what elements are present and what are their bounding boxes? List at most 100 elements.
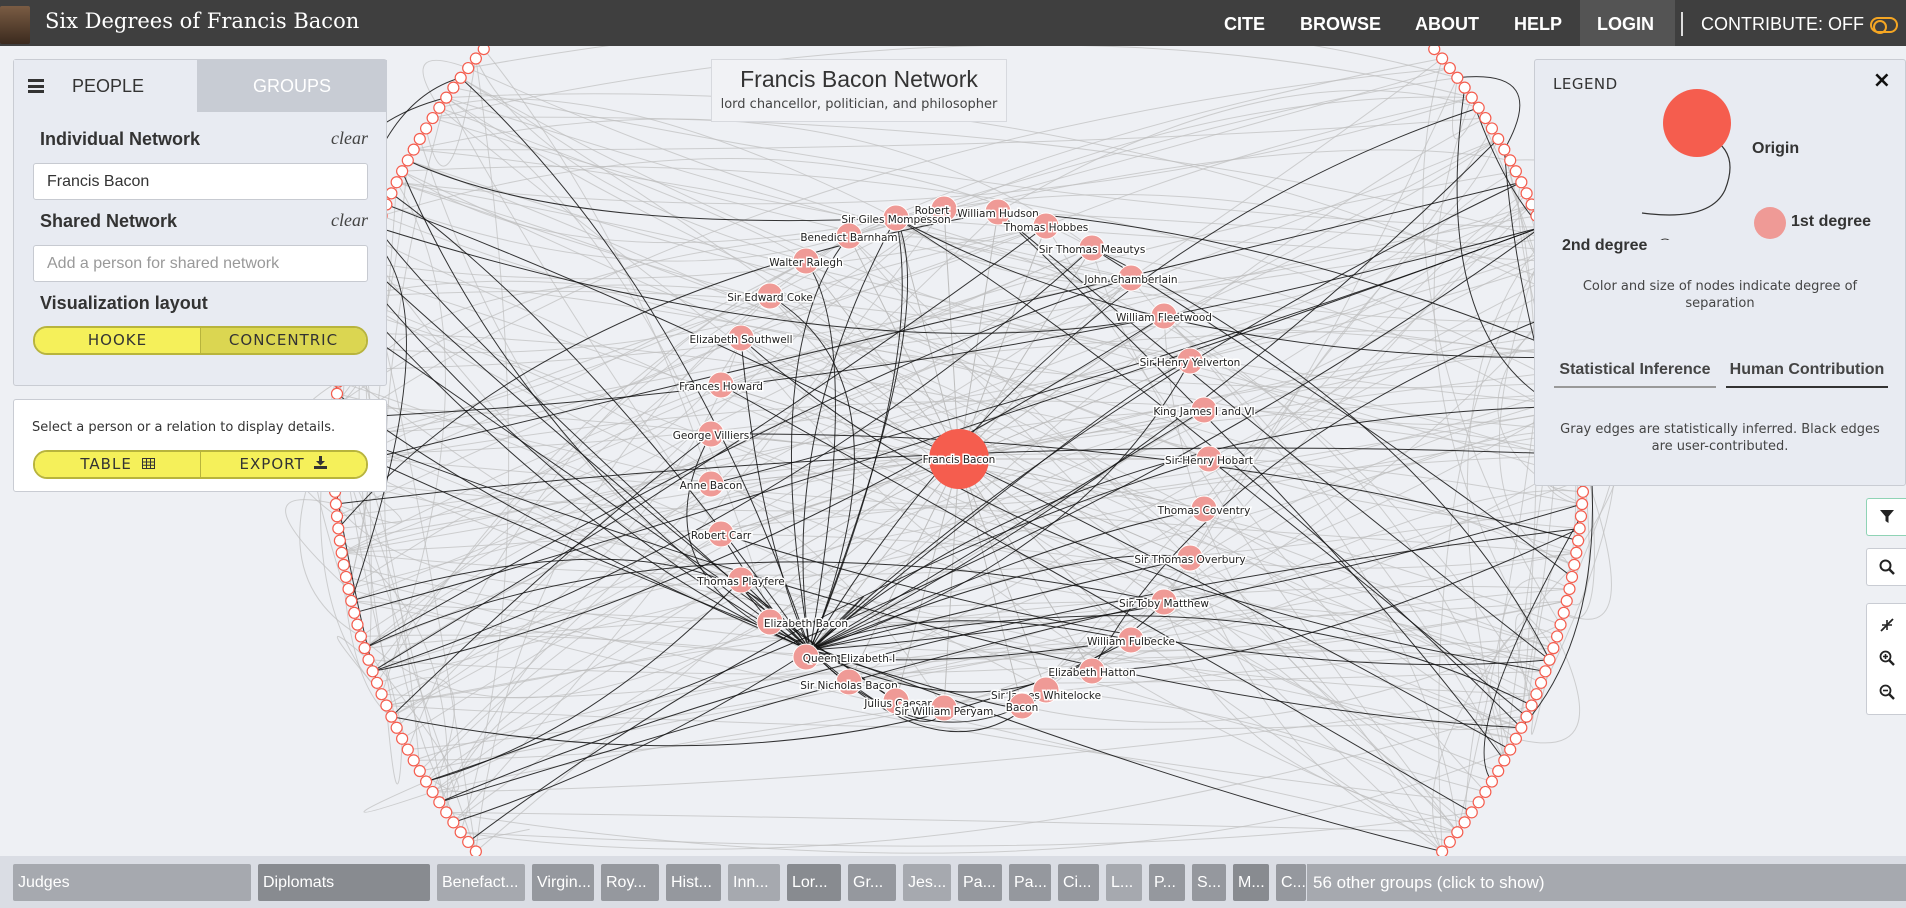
inferred-edge	[1045, 689, 1458, 833]
legend-second-degree-label: 2nd degree	[1562, 237, 1648, 254]
second-degree-node	[332, 522, 345, 535]
filter-button[interactable]	[1866, 498, 1906, 536]
legend-tab-statistical[interactable]: Statistical Inference	[1554, 359, 1716, 388]
tab-people[interactable]: PEOPLE	[14, 60, 197, 112]
group-chip[interactable]: P...	[1149, 864, 1185, 901]
download-icon	[314, 452, 328, 477]
second-degree-node	[348, 606, 361, 619]
second-degree-node	[1492, 132, 1505, 146]
group-chip[interactable]: Ci...	[1058, 864, 1099, 901]
legend-edges-note: Gray edges are statistically inferred. B…	[1560, 422, 1880, 454]
node-label: Elizabeth Southwell	[689, 334, 792, 346]
second-degree-node	[1520, 710, 1533, 723]
second-degree-node	[1550, 630, 1564, 643]
second-degree-node	[375, 688, 388, 701]
inferred-edge	[997, 89, 1479, 213]
second-degree-node	[426, 785, 439, 799]
second-degree-node	[1560, 594, 1573, 608]
nav-cite[interactable]: CITE	[1224, 14, 1265, 35]
group-chip[interactable]: Roy...	[601, 864, 659, 901]
node-label: Sir Nicholas Bacon	[800, 680, 898, 692]
second-degree-node	[335, 546, 348, 559]
second-degree-node	[358, 642, 371, 655]
brand-portrait-icon[interactable]	[0, 6, 30, 44]
inferred-edge	[413, 117, 1486, 151]
table-button-label: TABLE	[80, 455, 132, 473]
inferred-edge	[943, 208, 960, 460]
tab-groups[interactable]: GROUPS	[197, 60, 387, 112]
individual-network-input[interactable]	[33, 163, 368, 200]
zoom-out-icon[interactable]	[1879, 684, 1895, 700]
nav-about[interactable]: ABOUT	[1415, 14, 1479, 35]
layout-hooke-button[interactable]: HOOKE	[35, 328, 200, 353]
node-label: Queen Elizabeth I	[803, 653, 896, 665]
second-degree-node	[1443, 835, 1456, 849]
second-degree-node	[419, 775, 433, 788]
second-degree-node	[396, 165, 409, 178]
nav-login[interactable]: LOGIN	[1597, 14, 1654, 35]
group-chip[interactable]: Judges	[13, 864, 251, 901]
filter-icon	[1879, 510, 1894, 523]
second-degree-node	[469, 845, 482, 856]
group-chip[interactable]: Virgin...	[532, 864, 594, 901]
group-chip[interactable]: Pa...	[958, 864, 1002, 901]
group-chip[interactable]: Hist...	[666, 864, 721, 901]
layout-concentric-button[interactable]: CONCENTRIC	[200, 328, 366, 353]
nav-browse[interactable]: BROWSE	[1300, 14, 1381, 35]
second-degree-node	[1472, 101, 1485, 114]
second-degree-node	[1451, 826, 1464, 839]
second-degree-node	[1436, 52, 1449, 65]
individual-clear-link[interactable]: clear	[331, 128, 368, 149]
node-label: Frances Howard	[679, 381, 763, 393]
export-button[interactable]: EXPORT	[200, 452, 366, 477]
legend-tab-human[interactable]: Human Contribution	[1726, 359, 1888, 388]
contribute-toggle[interactable]	[1870, 17, 1898, 34]
group-chip[interactable]: Inn...	[728, 864, 780, 901]
group-chip[interactable]: Jes...	[903, 864, 951, 901]
node-label: Sir Giles Mompesson	[841, 214, 950, 226]
shared-network-input[interactable]	[33, 245, 368, 282]
search-button[interactable]	[1866, 548, 1906, 586]
legend-origin-label: Origin	[1752, 140, 1800, 157]
group-chip[interactable]: M...	[1233, 864, 1269, 901]
group-chip[interactable]: C...	[1276, 864, 1306, 901]
second-degree-node	[469, 52, 482, 65]
inferred-edge	[740, 337, 1458, 833]
inferred-edge	[460, 811, 1472, 847]
second-degree-node	[413, 132, 426, 146]
node-label: Sir James Whitelocke	[991, 690, 1101, 702]
group-chip[interactable]: Benefact...	[437, 864, 525, 901]
second-degree-node	[401, 743, 414, 756]
other-groups-button[interactable]: 56 other groups (click to show)	[1307, 864, 1906, 901]
group-chip[interactable]: Gr...	[848, 864, 896, 901]
group-chip[interactable]: L...	[1106, 864, 1142, 901]
shared-clear-link[interactable]: clear	[331, 210, 368, 231]
node-label: King James I and VI	[1153, 406, 1254, 418]
second-degree-node	[1565, 570, 1579, 584]
node-label: Sir Toby Matthew	[1119, 598, 1209, 610]
group-chip[interactable]: Pa...	[1009, 864, 1051, 901]
second-degree-node	[1472, 796, 1485, 809]
detail-panel: Select a person or a relation to display…	[13, 399, 387, 492]
hamburger-menu-icon[interactable]	[28, 79, 44, 93]
zoom-in-icon[interactable]	[1879, 650, 1895, 666]
brand-title[interactable]: Six Degrees of Francis Bacon	[45, 9, 359, 33]
second-degree-node	[1515, 721, 1528, 734]
table-button[interactable]: TABLE	[35, 452, 200, 477]
nav-help[interactable]: HELP	[1514, 14, 1562, 35]
compress-icon[interactable]	[1879, 618, 1894, 632]
inferred-edge	[958, 458, 1132, 641]
second-degree-node	[1479, 785, 1492, 799]
second-degree-node	[1576, 485, 1590, 498]
node-label: Anne Bacon	[680, 480, 743, 492]
group-chip[interactable]: Lor...	[787, 864, 841, 901]
top-nav: Six Degrees of Francis Bacon CITE BROWSE…	[0, 0, 1906, 46]
legend-first-degree-label: 1st degree	[1791, 213, 1872, 230]
group-chip[interactable]: S...	[1192, 864, 1226, 901]
contribute-label[interactable]: CONTRIBUTE: OFF	[1701, 14, 1864, 35]
group-chip[interactable]: Diplomats	[258, 864, 430, 901]
second-degree-node	[1563, 582, 1576, 596]
second-degree-node	[1465, 91, 1478, 104]
table-export-group: TABLE EXPORT	[33, 450, 368, 479]
contributed-edge	[1208, 458, 1527, 718]
